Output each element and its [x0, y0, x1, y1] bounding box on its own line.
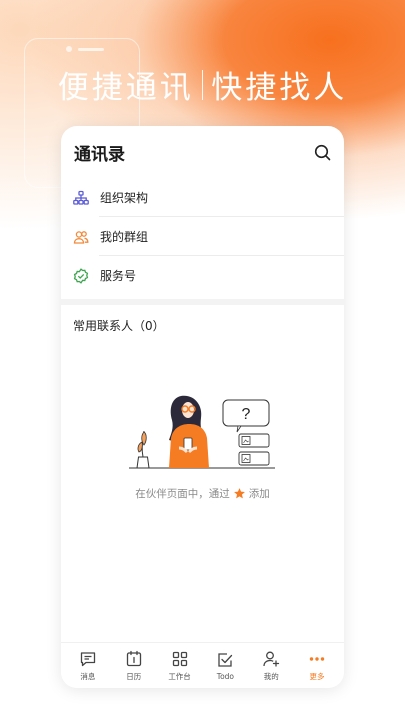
tab-workbench[interactable]: 工作台 — [158, 650, 202, 682]
workbench-icon — [171, 650, 189, 668]
tab-label: 消息 — [80, 671, 96, 681]
verified-badge-icon — [73, 267, 89, 284]
menu-item-label: 我的群组 — [100, 230, 149, 244]
menu-item-my-groups[interactable]: 我的群组 — [61, 217, 344, 256]
org-chart-icon — [73, 190, 89, 206]
more-icon — [308, 650, 326, 668]
menu-item-org-structure[interactable]: 组织架构 — [61, 178, 344, 217]
menu-item-service-account[interactable]: 服务号 — [61, 256, 344, 295]
page-title: 通讯录 — [74, 144, 125, 165]
headline-left: 便捷通讯 — [57, 70, 194, 106]
phone-camera-decoration — [66, 46, 72, 52]
bottom-tab-bar: 消息 日历 工作台 Todo 我的 更多 — [61, 642, 344, 688]
menu-item-label: 组织架构 — [100, 191, 149, 205]
tab-todo[interactable]: Todo — [203, 651, 247, 681]
calendar-icon — [125, 650, 143, 668]
svg-text:?: ? — [242, 406, 251, 423]
group-icon — [73, 229, 89, 245]
tab-label: 我的 — [263, 671, 279, 681]
empty-hint-text-before: 在伙伴页面中，通过 — [135, 488, 230, 500]
empty-state-hint: 在伙伴页面中，通过 添加 — [61, 486, 344, 501]
profile-icon — [262, 650, 280, 668]
tab-label: 工作台 — [168, 671, 191, 681]
tab-more[interactable]: 更多 — [295, 650, 339, 682]
contacts-header: 通讯录 — [61, 126, 344, 178]
phone-speaker-decoration — [78, 48, 104, 51]
todo-icon — [216, 651, 234, 669]
tab-label: 更多 — [309, 671, 325, 681]
search-icon[interactable] — [312, 142, 332, 162]
contacts-screen: 通讯录 组织架构 我的群组 服务号 常用联系人（0） ? 在伙伴页面中，通过 添… — [61, 126, 344, 688]
message-icon — [79, 650, 97, 668]
tab-calendar[interactable]: 日历 — [112, 650, 156, 682]
promo-headline: 便捷通讯 快捷找人 — [0, 62, 405, 107]
empty-state-illustration: ? — [129, 395, 275, 469]
menu-item-label: 服务号 — [100, 269, 137, 283]
tab-profile[interactable]: 我的 — [249, 650, 293, 682]
star-icon — [233, 487, 246, 500]
headline-divider — [201, 69, 204, 100]
tab-label: Todo — [216, 671, 235, 681]
empty-hint-text-after: 添加 — [248, 488, 270, 500]
headline-right: 快捷找人 — [211, 70, 348, 106]
frequent-contacts-title: 常用联系人（0） — [73, 319, 165, 333]
tab-messages[interactable]: 消息 — [66, 650, 110, 682]
tab-label: 日历 — [126, 671, 142, 681]
